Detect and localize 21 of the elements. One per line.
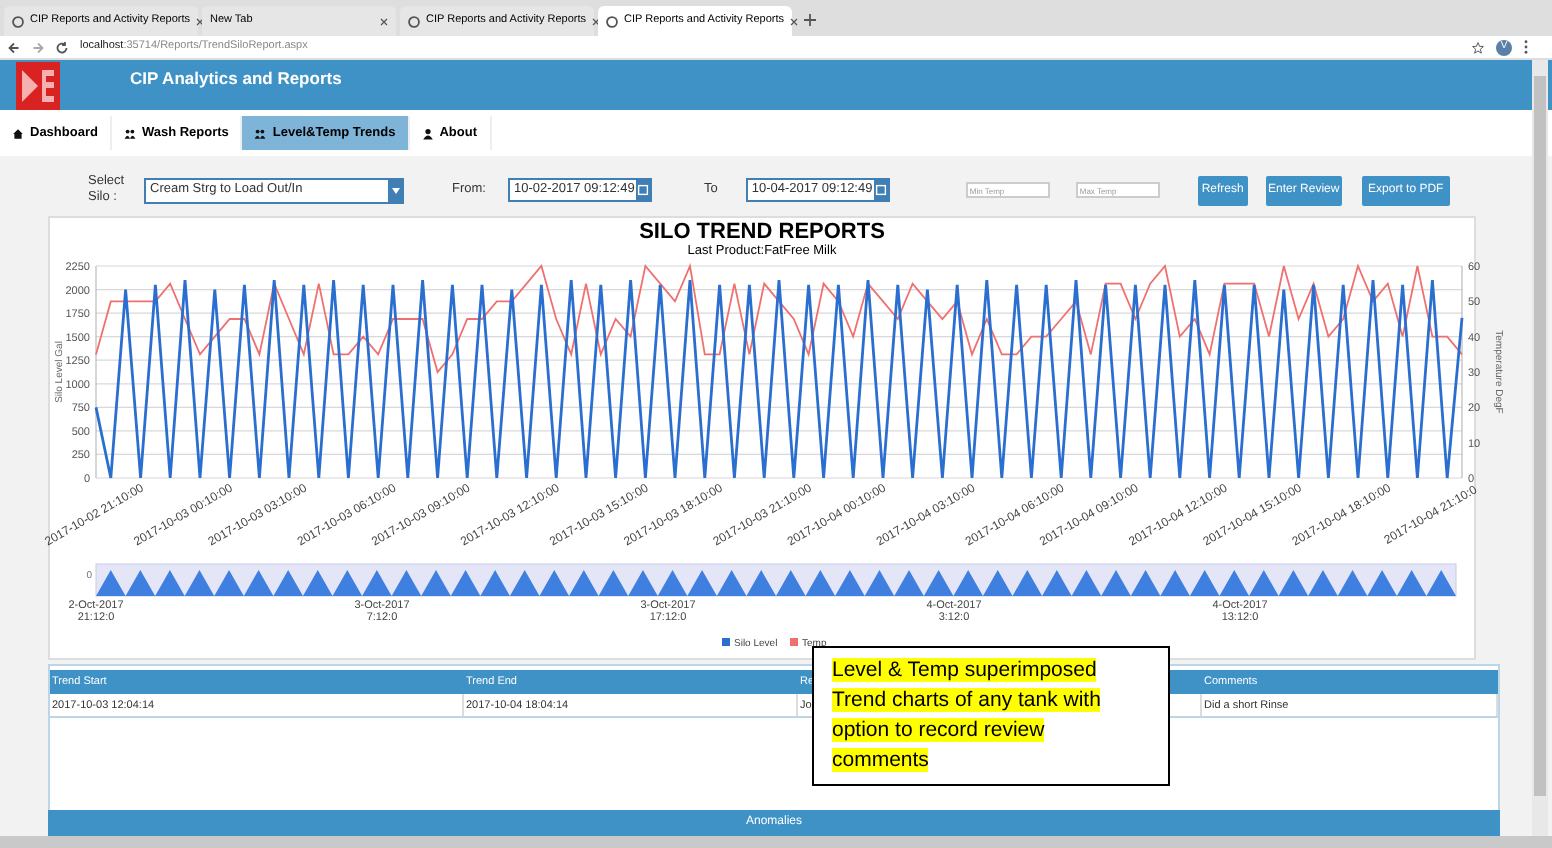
star-icon[interactable]	[1472, 41, 1484, 53]
back-icon[interactable]	[8, 41, 20, 53]
close-icon[interactable]	[790, 17, 798, 25]
globe-icon	[12, 15, 24, 27]
range-navigator[interactable]	[95, 563, 1457, 597]
people-icon	[123, 127, 136, 139]
logo-icon	[16, 61, 60, 109]
app-title: CIP Analytics and Reports	[130, 66, 342, 92]
scrollbar[interactable]	[1532, 60, 1548, 836]
calendar-icon[interactable]	[635, 180, 650, 200]
calendar-icon[interactable]	[873, 180, 888, 200]
caret-icon	[391, 187, 399, 193]
people-icon	[254, 127, 267, 139]
globe-icon	[408, 15, 420, 27]
close-icon[interactable]	[380, 17, 388, 25]
report-title: SILO TREND REPORTS	[637, 220, 887, 244]
reload-icon[interactable]	[56, 41, 68, 53]
plus-icon[interactable]	[804, 14, 816, 26]
user-icon	[421, 127, 434, 139]
home-icon	[12, 127, 24, 139]
globe-icon	[606, 15, 618, 27]
